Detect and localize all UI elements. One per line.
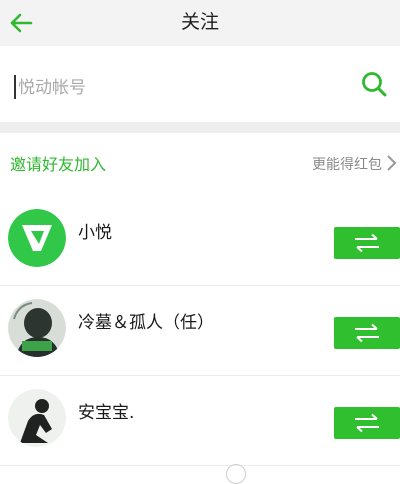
list-item[interactable]: 小悦: [0, 196, 400, 286]
friend-name: 小悦: [78, 223, 112, 243]
invite-label: 邀请好友加入: [10, 155, 107, 174]
follow-toggle-button[interactable]: [334, 227, 400, 259]
invite-friends-row[interactable]: 邀请好友加入 更能得红包: [0, 133, 400, 193]
section-divider: [0, 122, 400, 133]
invite-hint: 更能得红包: [312, 157, 382, 173]
avatar: [8, 389, 66, 447]
list-item[interactable]: 安宝宝.: [0, 376, 400, 466]
swap-arrows-icon: [355, 413, 379, 433]
search-bar: [0, 50, 400, 124]
top-bar: 关注: [0, 0, 400, 46]
search-input[interactable]: [16, 70, 340, 106]
friend-list: 小悦 冷墓＆孤人（任） 安宝宝.: [0, 196, 400, 466]
page-title: 关注: [180, 11, 219, 33]
avatar: [8, 209, 66, 267]
partial-icon: [226, 464, 246, 484]
avatar: [8, 299, 66, 357]
swap-arrows-icon: [355, 323, 379, 343]
search-button[interactable]: [358, 68, 390, 100]
friend-name: 安宝宝.: [78, 403, 135, 423]
swap-arrows-icon: [355, 233, 379, 253]
list-item[interactable]: 冷墓＆孤人（任）: [0, 286, 400, 376]
chevron-right-icon: [387, 155, 397, 171]
follow-toggle-button[interactable]: [334, 317, 400, 349]
search-icon: [362, 72, 387, 97]
follow-toggle-button[interactable]: [334, 407, 400, 439]
friend-name: 冷墓＆孤人（任）: [78, 313, 214, 333]
